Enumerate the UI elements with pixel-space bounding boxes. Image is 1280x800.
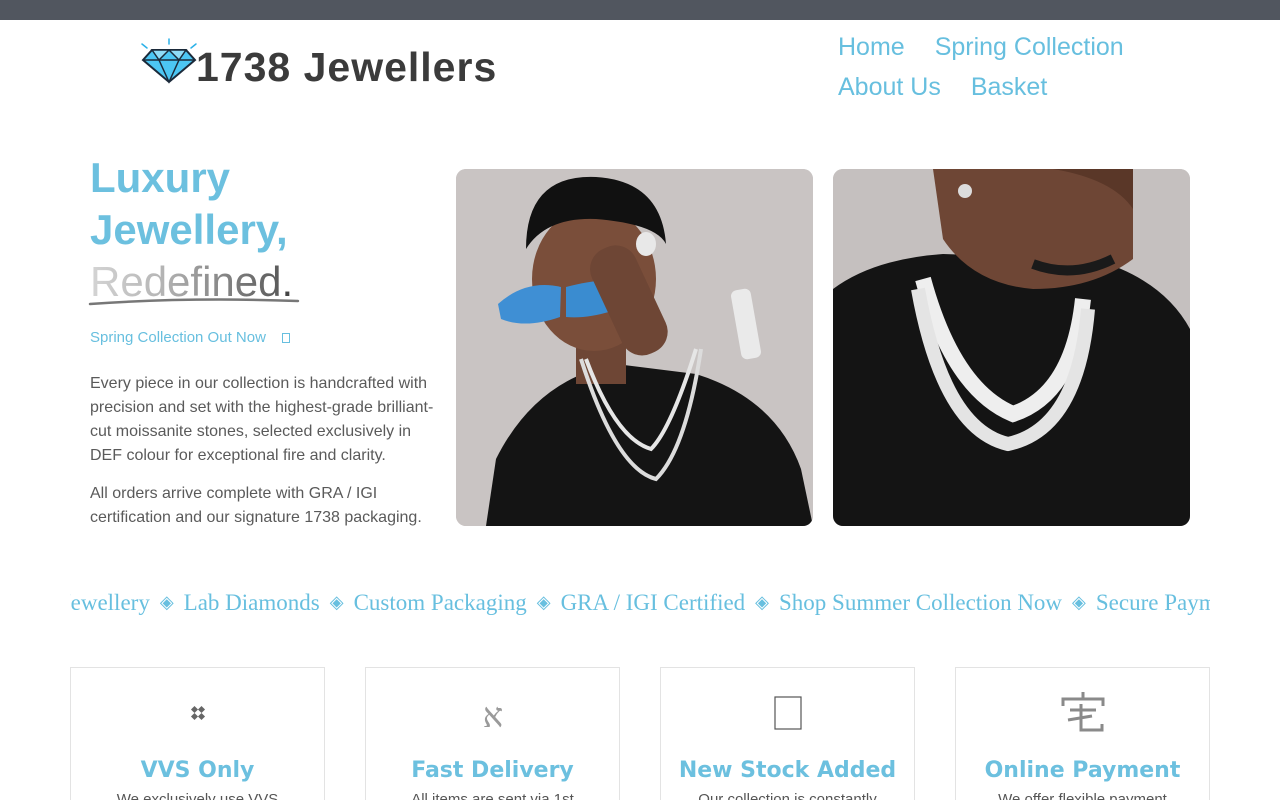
marquee-item: Custom Packaging [353,590,527,615]
marquee-separator: ◈ [159,592,174,612]
feature-title: Online Payment [984,758,1181,783]
hero-title: Luxury Jewellery, Redefined. [90,152,293,308]
marquee-separator: ◈ [536,592,551,612]
arrow-icon [281,332,290,343]
box-icon [661,688,914,738]
marquee-separator: ◈ [755,592,770,612]
hero-title-line2: Jewellery, [90,206,288,253]
brand-logo[interactable]: 1738 Jewellers [138,38,498,90]
house-icon [956,688,1209,738]
feature-desc: We offer flexible payment [998,791,1167,800]
feature-title: VVS Only [140,758,255,783]
feature-card-delivery: א Fast Delivery All items are sent via 1… [365,667,620,800]
nav-about-us[interactable]: About Us [838,74,941,100]
feature-card-vvs: VVS Only We exclusively use VVS [70,667,325,800]
main-nav: Home Spring Collection About Us Basket [838,34,1218,100]
marquee-item: GRA / IGI Certified [560,590,746,615]
marquee-item: Secure Payment [1095,590,1210,615]
feature-title: New Stock Added [678,758,897,783]
nav-home[interactable]: Home [838,34,905,60]
title-underline-swoosh [88,298,300,306]
marquee-item: Shop Summer Collection Now [779,590,1063,615]
feature-card-payment: Online Payment We offer flexible payment [955,667,1210,800]
diamond-icon [141,38,197,84]
hero-photo-sunglasses [456,169,813,526]
hero-paragraph-2: All orders arrive complete with GRA / IG… [90,485,422,526]
marquee-separator: ◈ [329,592,344,612]
marquee-separator: ◈ [1072,592,1086,612]
aleph-icon: א [366,688,619,738]
hero-paragraph-1: Every piece in our collection is handcra… [90,375,434,464]
feature-desc: All items are sent via 1st [411,791,574,800]
spring-collection-link[interactable]: Spring Collection Out Now [90,329,290,346]
feature-title: Fast Delivery [411,758,574,783]
feature-desc: We exclusively use VVS [116,791,279,800]
nav-spring-collection[interactable]: Spring Collection [935,34,1124,60]
brand-name: 1738 Jewellers [196,44,498,90]
feature-card-new-stock: New Stock Added Our collection is consta… [660,667,915,800]
feature-desc: Our collection is constantly [698,791,877,800]
spring-collection-link-label: Spring Collection Out Now [90,329,266,346]
hero-photo-chains [833,169,1190,526]
sparkle-icon [71,688,324,738]
scrolling-marquee: Moissanite Jewellery ◈ Lab Diamonds ◈ Custom… [70,588,1210,622]
marquee-track: Moissanite Jewellery ◈ Lab Diamonds ◈ Custom… [70,590,1210,616]
marquee-item: Lab Diamonds [183,590,320,615]
hero-title-line1: Luxury [90,154,231,201]
svg-text:א: א [482,696,502,733]
nav-basket[interactable]: Basket [971,74,1047,100]
browser-top-bar [0,0,1280,20]
marquee-item: Moissanite Jewellery [70,590,150,615]
